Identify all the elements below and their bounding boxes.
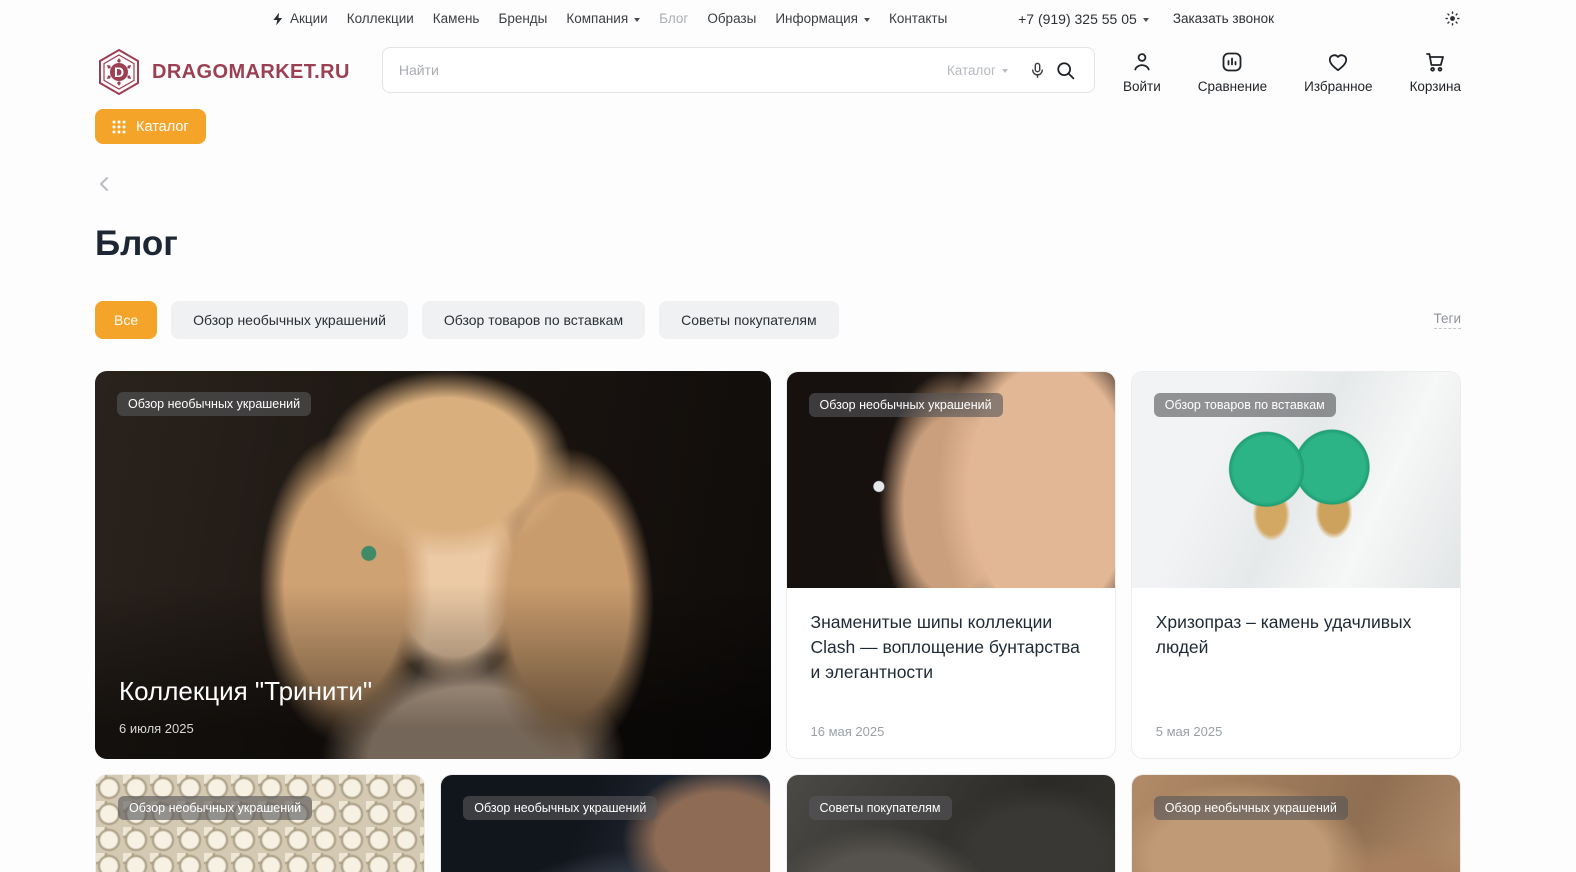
filter-all[interactable]: Все [95, 301, 157, 339]
blog-card-body: Хризопраз – камень удачливых людей 5 мая… [1132, 588, 1460, 758]
search-bar: Каталог [382, 47, 1095, 93]
category-badge: Обзор необычных украшений [117, 392, 311, 416]
blog-card-title: Коллекция "Тринити" [119, 676, 372, 707]
nav-item-information[interactable]: Информация [775, 11, 870, 26]
topbar-right: +7 (919) 325 55 05 Заказать звонок [1018, 10, 1461, 27]
filter-buyer-tips[interactable]: Советы покупателям [659, 301, 839, 339]
lightning-icon [271, 12, 284, 26]
blog-card-title: Хризопраз – камень удачливых людей [1156, 610, 1436, 660]
category-badge: Обзор необычных украшений [1154, 796, 1348, 820]
catalog-row: Каталог [0, 96, 1576, 144]
blog-card-rocks[interactable]: Обзор необычных украшений [1131, 774, 1461, 872]
compare-button[interactable]: Сравнение [1198, 50, 1267, 94]
favorites-button[interactable]: Избранное [1304, 50, 1372, 94]
blog-card-date: 6 июля 2025 [119, 721, 194, 736]
logo-emblem-icon: D [95, 48, 143, 96]
site-logo[interactable]: D DRAGOMARKET.RU [95, 48, 350, 96]
blog-card-date: 16 мая 2025 [811, 724, 1091, 739]
nav-item-brands[interactable]: Бренды [498, 11, 547, 26]
blog-card-body: Знаменитые шипы коллекции Clash — воплощ… [787, 588, 1115, 758]
compare-chart-icon [1220, 50, 1244, 74]
heart-icon [1326, 50, 1350, 74]
blog-card-trinity[interactable]: Обзор необычных украшений Коллекция "Три… [95, 371, 771, 759]
microphone-icon [1028, 61, 1047, 80]
cart-button[interactable]: Корзина [1410, 50, 1461, 94]
blog-card-image: Советы покупателям [787, 775, 1115, 872]
search-category-dropdown[interactable]: Каталог [947, 63, 1008, 78]
blog-card-image: Обзор необычных украшений [441, 775, 769, 872]
tags-link[interactable]: Теги [1434, 311, 1461, 329]
search-icon [1055, 60, 1076, 81]
cart-icon [1423, 50, 1447, 74]
nav-item-collections[interactable]: Коллекции [347, 11, 414, 26]
nav-item-promotions[interactable]: Акции [271, 11, 328, 26]
chevron-left-icon [95, 174, 115, 194]
nav-item-company[interactable]: Компания [566, 11, 640, 26]
blog-card-chrysoprase[interactable]: Обзор товаров по вставкам Хризопраз – ка… [1131, 371, 1461, 759]
top-navigation: Акции Коллекции Камень Бренды Компания Б… [271, 11, 947, 26]
header: D DRAGOMARKET.RU Каталог [0, 37, 1576, 96]
phone-number-dropdown[interactable]: +7 (919) 325 55 05 [1018, 11, 1149, 27]
search-input[interactable] [399, 62, 947, 78]
header-actions: Войти Сравнение Избранное Корзина [1123, 46, 1461, 94]
nav-item-looks[interactable]: Образы [707, 11, 756, 26]
logo-text: DRAGOMARKET.RU [152, 61, 350, 84]
search-submit-button[interactable] [1051, 56, 1080, 85]
svg-text:D: D [114, 64, 124, 80]
request-call-link[interactable]: Заказать звонок [1173, 11, 1274, 26]
blog-card-image: Обзор необычных украшений [96, 775, 424, 872]
blog-grid: Обзор необычных украшений Коллекция "Три… [95, 371, 1461, 872]
blog-filters: Все Обзор необычных украшений Обзор това… [95, 301, 1461, 339]
blog-card-date: 5 мая 2025 [1156, 724, 1436, 739]
back-button[interactable] [95, 174, 115, 194]
grid-dots-icon [112, 120, 126, 134]
blog-card-watch[interactable]: Обзор необычных украшений [440, 774, 770, 872]
nav-item-contacts[interactable]: Контакты [889, 11, 947, 26]
chevron-down-icon [634, 18, 640, 22]
nav-item-label: Акции [290, 11, 328, 26]
blog-card-image: Обзор необычных украшений Коллекция "Три… [95, 371, 771, 759]
blog-card-clash[interactable]: Обзор необычных украшений Знаменитые шип… [786, 371, 1116, 759]
category-badge: Обзор товаров по вставкам [1154, 393, 1336, 417]
chevron-down-icon [1143, 18, 1149, 22]
topbar: Акции Коллекции Камень Бренды Компания Б… [0, 0, 1576, 37]
catalog-button[interactable]: Каталог [95, 109, 206, 144]
chevron-down-icon [1002, 69, 1008, 73]
blog-card-title: Знаменитые шипы коллекции Clash — воплощ… [811, 610, 1091, 685]
filter-by-inserts[interactable]: Обзор товаров по вставкам [422, 301, 645, 339]
voice-search-button[interactable] [1024, 57, 1051, 84]
blog-card-pearls[interactable]: Обзор необычных украшений [95, 774, 425, 872]
category-badge: Советы покупателям [809, 796, 952, 820]
blog-card-tips[interactable]: Советы покупателям [786, 774, 1116, 872]
chevron-down-icon [864, 18, 870, 22]
category-badge: Обзор необычных украшений [118, 796, 312, 820]
back-row [0, 144, 1576, 199]
login-button[interactable]: Войти [1123, 50, 1161, 94]
user-icon [1130, 50, 1154, 74]
nav-item-blog-current[interactable]: Блог [659, 11, 688, 26]
nav-item-stone[interactable]: Камень [433, 11, 480, 26]
category-badge: Обзор необычных украшений [463, 796, 657, 820]
blog-card-image: Обзор товаров по вставкам [1132, 372, 1460, 588]
category-badge: Обзор необычных украшений [809, 393, 1003, 417]
blog-card-image: Обзор необычных украшений [787, 372, 1115, 588]
page-title: Блог [0, 199, 1576, 264]
theme-toggle-sun-icon[interactable] [1444, 10, 1461, 27]
filter-unusual-jewelry[interactable]: Обзор необычных украшений [171, 301, 408, 339]
blog-card-image: Обзор необычных украшений [1132, 775, 1460, 872]
